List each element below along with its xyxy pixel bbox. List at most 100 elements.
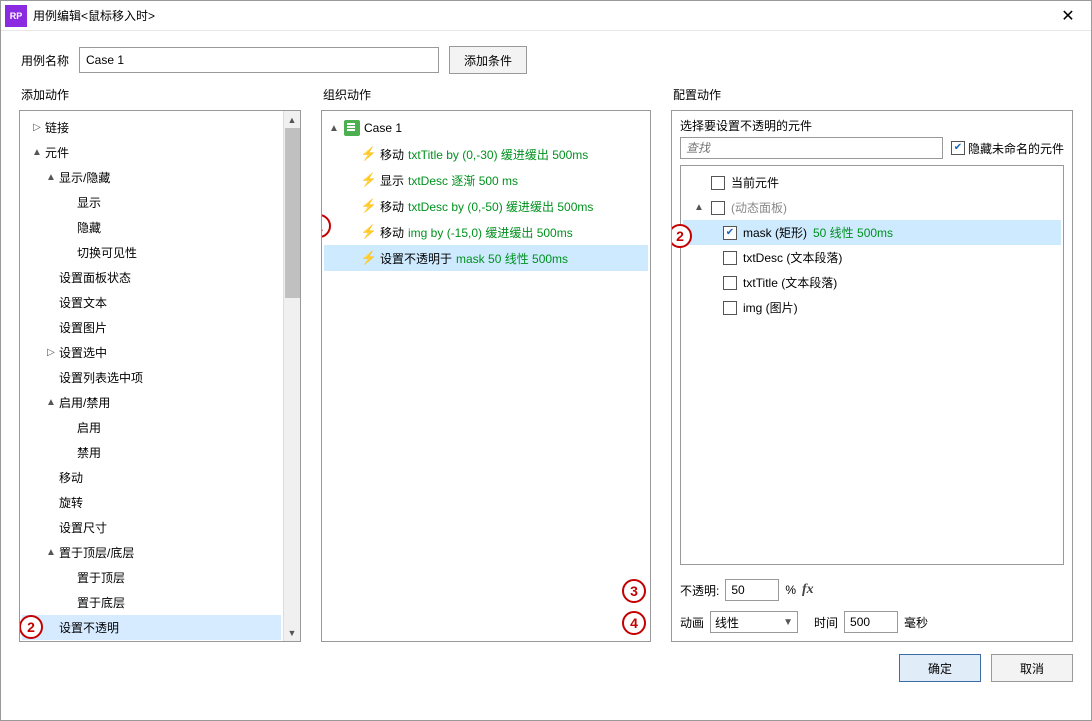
animation-row: 动画 线性 ▼ 时间 毫秒 <box>680 611 1064 633</box>
widget-tree[interactable]: 当前元件 ▲ (动态面板) mask (矩形) 50 线性 500ms txtDesc … <box>680 165 1064 565</box>
widget-checkbox[interactable] <box>711 201 725 215</box>
widget-checkbox[interactable] <box>723 251 737 265</box>
scroll-down-icon[interactable]: ▼ <box>284 624 301 641</box>
expand-icon[interactable]: ▷ <box>44 347 58 358</box>
widget-row[interactable]: txtDesc (文本段落) <box>683 245 1061 270</box>
app-icon: RP <box>5 5 27 27</box>
scroll-track[interactable] <box>284 128 301 624</box>
tree-item-label: 旋转 <box>58 494 83 511</box>
widget-name: 当前元件 <box>731 174 779 191</box>
dialog-footer: 确定 取消 <box>1 642 1091 682</box>
expand-icon[interactable]: ▷ <box>30 122 44 133</box>
lightning-icon: ⚡ <box>362 172 376 188</box>
tree-item-label: 设置面板状态 <box>58 269 131 286</box>
action-row[interactable]: ⚡移动 img by (-15,0) 缓进缓出 500ms <box>324 219 648 245</box>
tree-item-label: 设置选中 <box>58 344 107 361</box>
widget-checkbox[interactable] <box>723 226 737 240</box>
collapse-icon[interactable]: ▲ <box>44 397 58 408</box>
lightning-icon: ⚡ <box>362 198 376 214</box>
widget-row[interactable]: mask (矩形) 50 线性 500ms <box>683 220 1061 245</box>
tree-item[interactable]: ▲启用/禁用 <box>22 390 281 415</box>
tree-item-label: 设置不透明 <box>58 619 119 636</box>
tree-item[interactable]: 设置不透明 <box>22 615 281 640</box>
tree-item[interactable]: 设置图片 <box>22 315 281 340</box>
widget-name: (动态面板) <box>731 199 787 216</box>
annotation-2: 2 <box>19 615 43 639</box>
tree-item[interactable]: 启用 <box>22 415 281 440</box>
case-name-label: 用例名称 <box>21 52 69 69</box>
close-icon[interactable]: ✕ <box>1045 1 1091 31</box>
config-subtitle: 选择要设置不透明的元件 <box>672 111 1072 137</box>
tree-item[interactable]: 显示 <box>22 190 281 215</box>
scroll-thumb[interactable] <box>285 128 300 298</box>
action-row[interactable]: ⚡设置不透明于 mask 50 线性 500ms <box>324 245 648 271</box>
ok-button[interactable]: 确定 <box>899 654 981 682</box>
action-target: txtDesc 逐渐 500 ms <box>408 172 518 189</box>
configure-action-title: 配置动作 <box>671 84 1073 109</box>
tree-item[interactable]: 设置面板状态 <box>22 265 281 290</box>
tree-item-label: 设置文本 <box>58 294 107 311</box>
hide-unnamed-checkbox[interactable] <box>951 141 965 155</box>
widget-checkbox[interactable] <box>723 301 737 315</box>
tree-item[interactable]: 切换可见性 <box>22 240 281 265</box>
lightning-icon: ⚡ <box>362 250 376 266</box>
tree-item[interactable]: ▷链接 <box>22 115 281 140</box>
tree-item[interactable]: 置于顶层 <box>22 565 281 590</box>
widget-checkbox[interactable] <box>711 176 725 190</box>
widget-options: 50 线性 500ms <box>813 224 893 241</box>
tree-item[interactable]: 旋转 <box>22 490 281 515</box>
widget-row[interactable]: ▲ (动态面板) <box>683 195 1061 220</box>
scrollbar[interactable]: ▲ ▼ <box>283 111 300 641</box>
hide-unnamed-option[interactable]: 隐藏未命名的元件 <box>951 140 1064 157</box>
widget-checkbox[interactable] <box>723 276 737 290</box>
tree-item-label: 禁用 <box>76 444 101 461</box>
tree-item[interactable]: ▷设置选中 <box>22 340 281 365</box>
scroll-up-icon[interactable]: ▲ <box>284 111 301 128</box>
window-title: 用例编辑<鼠标移入时> <box>33 7 1045 24</box>
tree-item[interactable]: 隐藏 <box>22 215 281 240</box>
tree-item-label: 元件 <box>44 144 69 161</box>
case-expand-icon[interactable]: ▲ <box>328 123 340 134</box>
collapse-icon[interactable]: ▲ <box>44 172 58 183</box>
lightning-icon: ⚡ <box>362 146 376 162</box>
widget-row[interactable]: img (图片) <box>683 295 1061 320</box>
widget-name: txtDesc (文本段落) <box>743 249 842 266</box>
tree-item[interactable]: 置于底层 <box>22 590 281 615</box>
fx-button[interactable]: fx <box>802 582 814 598</box>
tree-item[interactable]: 设置尺寸 <box>22 515 281 540</box>
action-target: mask 50 线性 500ms <box>456 250 568 267</box>
tree-item[interactable]: ▲元件 <box>22 140 281 165</box>
collapse-icon[interactable]: ▲ <box>30 147 44 158</box>
action-row[interactable]: ⚡移动 txtDesc by (0,-50) 缓进缓出 500ms <box>324 193 648 219</box>
tree-item[interactable]: 禁用 <box>22 440 281 465</box>
add-condition-button[interactable]: 添加条件 <box>449 46 527 74</box>
widget-row[interactable]: 当前元件 <box>683 170 1061 195</box>
opacity-label: 不透明: <box>680 582 719 599</box>
widget-row[interactable]: txtTitle (文本段落) <box>683 270 1061 295</box>
tree-item[interactable]: 设置列表选中项 <box>22 365 281 390</box>
lightning-icon: ⚡ <box>362 224 376 240</box>
action-target: txtTitle by (0,-30) 缓进缓出 500ms <box>408 146 588 163</box>
collapse-icon[interactable]: ▲ <box>44 547 58 558</box>
search-input[interactable] <box>680 137 943 159</box>
time-input[interactable] <box>844 611 898 633</box>
tree-item[interactable]: ▲置于顶层/底层 <box>22 540 281 565</box>
anim-select[interactable]: 线性 ▼ <box>710 611 798 633</box>
tree-item-label: 链接 <box>44 119 69 136</box>
collapse-icon[interactable]: ▲ <box>693 202 705 213</box>
action-tree[interactable]: ▷链接▲元件▲显示/隐藏显示隐藏切换可见性设置面板状态设置文本设置图片▷设置选中… <box>20 111 283 641</box>
opacity-input[interactable] <box>725 579 779 601</box>
organize-action-title: 组织动作 <box>321 84 651 109</box>
tree-item-label: 置于顶层/底层 <box>58 544 134 561</box>
case-header-row[interactable]: ▲ Case 1 <box>324 115 648 141</box>
tree-item[interactable]: 设置文本 <box>22 290 281 315</box>
tree-item[interactable]: ▲显示/隐藏 <box>22 165 281 190</box>
case-name-input[interactable] <box>79 47 439 73</box>
tree-item-label: 切换可见性 <box>76 244 137 261</box>
action-row[interactable]: ⚡显示 txtDesc 逐渐 500 ms <box>324 167 648 193</box>
tree-item[interactable]: 移动 <box>22 465 281 490</box>
cancel-button[interactable]: 取消 <box>991 654 1073 682</box>
action-row[interactable]: ⚡移动 txtTitle by (0,-30) 缓进缓出 500ms <box>324 141 648 167</box>
action-label: 移动 <box>380 224 404 241</box>
annotation-4: 4 <box>622 611 646 635</box>
